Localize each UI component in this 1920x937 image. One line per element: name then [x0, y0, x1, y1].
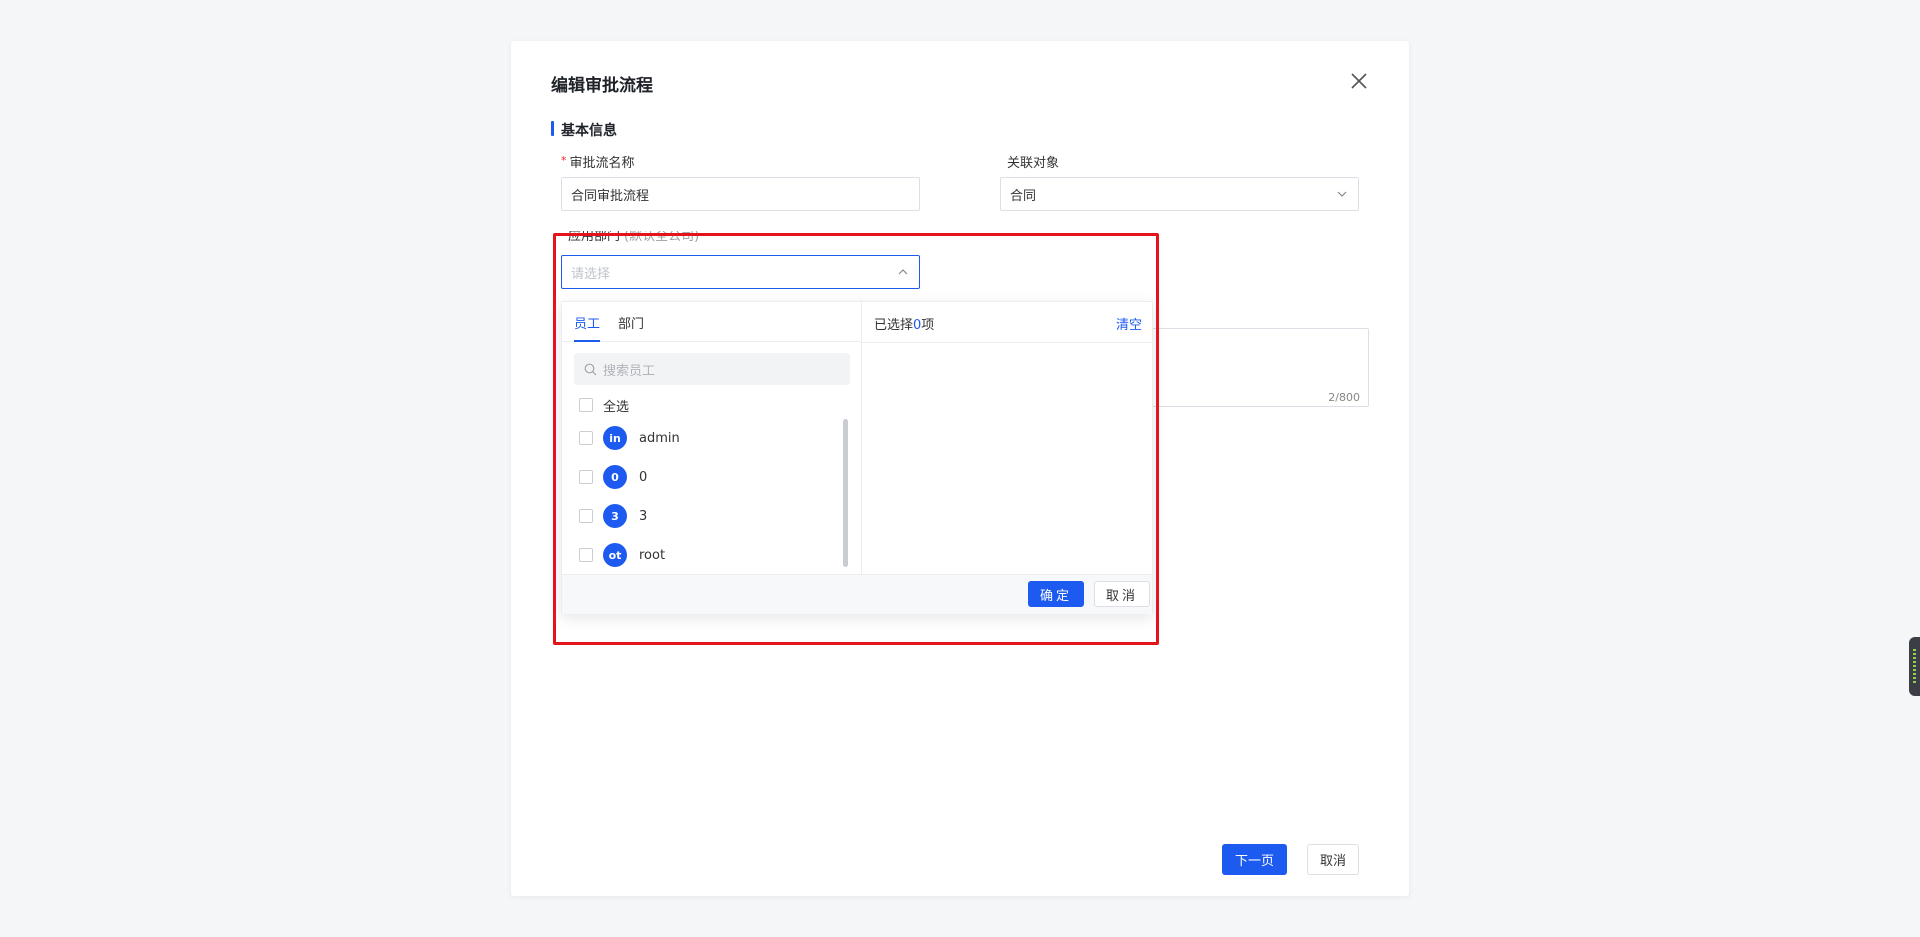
picker-cancel-button[interactable]: 取消 — [1094, 581, 1150, 607]
department-label-text: 应用部门 — [568, 231, 621, 243]
divider — [862, 342, 1154, 343]
related-object-label: 关联对象 — [1007, 156, 1060, 171]
avatar: ot — [603, 543, 627, 567]
employee-name: admin — [639, 430, 680, 446]
tab-departments[interactable]: 部门 — [618, 313, 644, 340]
selected-count-text: 已选择0项 — [874, 314, 934, 333]
side-panel-handle[interactable] — [1909, 637, 1920, 696]
tab-employees[interactable]: 员工 — [574, 313, 601, 342]
confirm-button[interactable]: 确定 — [1028, 581, 1084, 607]
department-select[interactable]: 请选择 — [561, 255, 920, 289]
department-label-hint: (默认全公司) — [624, 231, 700, 243]
chevron-up-icon — [898, 269, 908, 275]
avatar: 3 — [603, 504, 627, 528]
select-all-label: 全选 — [603, 399, 630, 415]
related-object-value: 合同 — [1010, 188, 1037, 204]
department-placeholder: 请选择 — [571, 266, 611, 282]
section-title-basic-info: 基本信息 — [551, 120, 617, 140]
approval-name-label: * 审批流名称 — [561, 152, 635, 171]
avatar: in — [603, 426, 627, 450]
related-object-select[interactable]: 合同 — [1000, 177, 1359, 211]
avatar: 0 — [603, 465, 627, 489]
department-label: 应用部门 (默认全公司) — [568, 231, 699, 243]
selected-prefix: 已选择 — [874, 318, 914, 333]
approval-name-label-text: 审批流名称 — [569, 156, 635, 171]
picker-tabs: 员工 部门 — [562, 302, 861, 342]
select-all-row[interactable]: 全选 — [579, 393, 629, 417]
clear-selection-link[interactable]: 清空 — [1116, 314, 1142, 333]
employee-checkbox[interactable] — [579, 509, 593, 523]
word-count: 2/800 — [1328, 391, 1360, 404]
select-all-checkbox[interactable] — [579, 398, 593, 412]
employee-checkbox[interactable] — [579, 548, 593, 562]
picker-footer: 确定 取消 — [562, 574, 1152, 614]
employee-search-input[interactable]: 搜索员工 — [574, 353, 850, 385]
picker-right-pane: 已选择0项 清空 — [862, 302, 1154, 574]
required-mark: * — [561, 154, 567, 167]
employee-list-scrollbar[interactable] — [843, 419, 848, 567]
selected-suffix: 项 — [921, 318, 935, 333]
employee-row[interactable]: ot root — [579, 543, 665, 567]
close-icon[interactable] — [1347, 69, 1371, 93]
approval-name-input[interactable]: 合同审批流程 — [561, 177, 920, 211]
employee-name: 3 — [639, 508, 648, 524]
search-placeholder: 搜索员工 — [603, 363, 656, 379]
employee-checkbox[interactable] — [579, 470, 593, 484]
dialog-title: 编辑审批流程 — [551, 76, 653, 96]
employee-name: root — [639, 547, 666, 563]
picker-left-pane: 员工 部门 搜索员工 全选 in admin 0 0 3 3 ot root — [562, 302, 862, 574]
search-icon — [584, 363, 597, 375]
cancel-button[interactable]: 取消 — [1307, 844, 1359, 875]
approval-name-value: 合同审批流程 — [571, 188, 650, 204]
employee-row[interactable]: in admin — [579, 426, 680, 450]
next-page-button[interactable]: 下一页 — [1222, 844, 1287, 875]
employee-row[interactable]: 0 0 — [579, 465, 647, 489]
member-picker-dropdown: 员工 部门 搜索员工 全选 in admin 0 0 3 3 ot root 已… — [561, 301, 1154, 614]
employee-checkbox[interactable] — [579, 431, 593, 445]
chevron-down-icon — [1337, 191, 1347, 197]
employee-row[interactable]: 3 3 — [579, 504, 647, 528]
employee-name: 0 — [639, 469, 648, 485]
